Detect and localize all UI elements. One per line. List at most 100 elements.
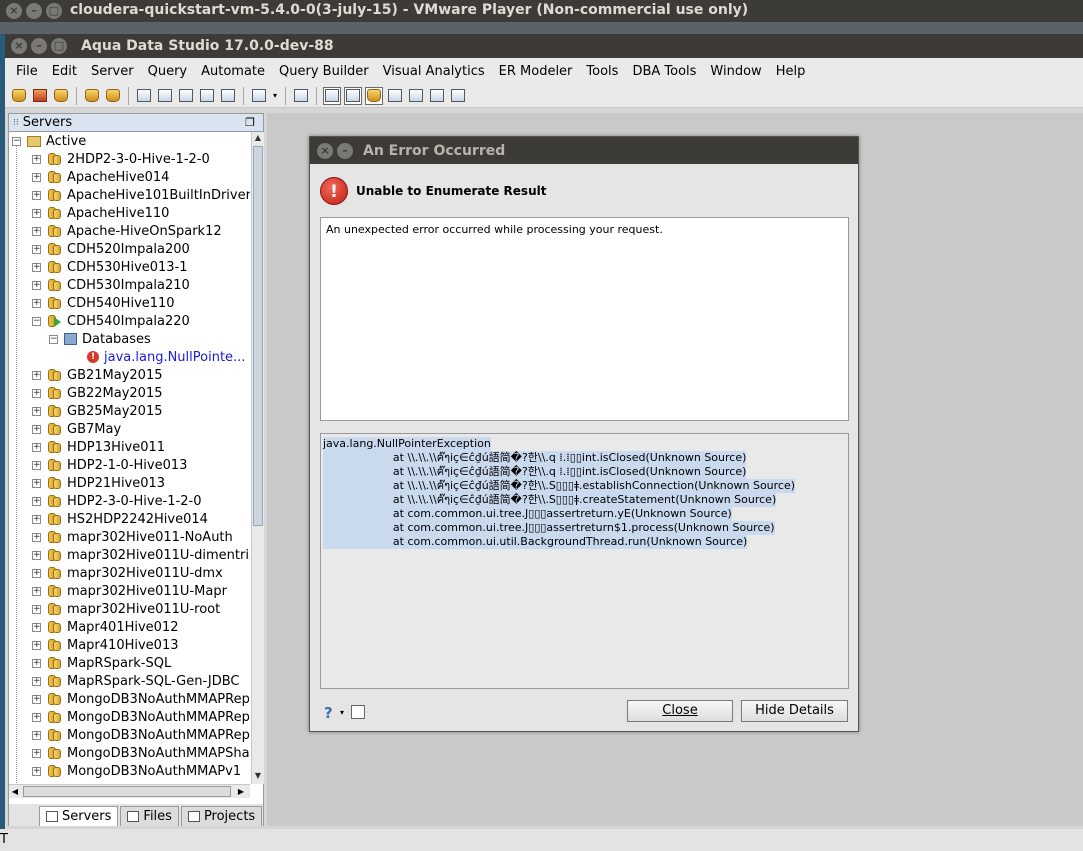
tree-root-active[interactable]: − Active: [9, 132, 250, 150]
tree-server-item[interactable]: + CDH520Impala200: [9, 240, 250, 258]
expand-icon[interactable]: +: [32, 442, 41, 452]
menu-query[interactable]: Query: [141, 64, 195, 79]
unregister-server-button[interactable]: [31, 87, 49, 105]
collapse-icon[interactable]: −: [49, 334, 58, 344]
layout-split-button[interactable]: [407, 87, 425, 105]
expand-icon[interactable]: +: [32, 550, 41, 560]
ads-close-button[interactable]: ×: [11, 38, 27, 54]
tree-server-item[interactable]: + Mapr410Hive013: [9, 636, 250, 654]
tree-server-item[interactable]: + GB7May: [9, 420, 250, 438]
expand-icon[interactable]: +: [32, 424, 41, 434]
tree-server-item[interactable]: + mapr302Hive011U-dimentrix: [9, 546, 250, 564]
scroll-up-icon[interactable]: ▲: [252, 132, 264, 144]
tab-projects[interactable]: Projects: [180, 806, 263, 826]
tree-server-item[interactable]: +2HDP2-3-0-Hive-1-2-0: [9, 150, 250, 168]
expand-icon[interactable]: +: [32, 622, 41, 632]
tree-server-item[interactable]: + MapRSpark-SQL: [9, 654, 250, 672]
scroll-thumb[interactable]: [253, 146, 263, 526]
expand-icon[interactable]: +: [32, 748, 41, 758]
layout-tile-button[interactable]: [344, 86, 362, 105]
expand-icon[interactable]: +: [32, 280, 41, 290]
dialog-close-button[interactable]: ×: [317, 143, 333, 159]
menu-tools[interactable]: Tools: [579, 64, 625, 79]
compare-button[interactable]: [198, 87, 216, 105]
tree-server-item[interactable]: + HDP13Hive011: [9, 438, 250, 456]
expand-icon[interactable]: +: [32, 514, 41, 524]
layout-grid-button[interactable]: [323, 86, 341, 105]
ads-maximize-button[interactable]: □: [51, 38, 67, 54]
menu-automate[interactable]: Automate: [194, 64, 272, 79]
stack-trace-box[interactable]: java.lang.NullPointerException at \\.\\.…: [320, 433, 849, 689]
hscroll-thumb[interactable]: [23, 786, 231, 797]
expand-icon[interactable]: +: [32, 730, 41, 740]
ads-minimize-button[interactable]: –: [31, 38, 47, 54]
menu-query-builder[interactable]: Query Builder: [272, 64, 376, 79]
menu-file[interactable]: File: [9, 64, 45, 79]
menu-visual-analytics[interactable]: Visual Analytics: [376, 64, 492, 79]
hide-details-button[interactable]: Hide Details: [741, 700, 848, 722]
expand-icon[interactable]: +: [32, 172, 41, 182]
tree-error-node[interactable]: ! java.lang.NullPointe...: [9, 348, 250, 366]
tree-server-expanded[interactable]: − CDH540Impala220: [9, 312, 250, 330]
expand-icon[interactable]: +: [32, 388, 41, 398]
tree-server-item[interactable]: + GB25May2015: [9, 402, 250, 420]
tree-server-item[interactable]: + HDP2-1-0-Hive013: [9, 456, 250, 474]
menu-server[interactable]: Server: [84, 64, 141, 79]
expand-icon[interactable]: +: [32, 658, 41, 668]
host-maximize-button[interactable]: □: [46, 3, 62, 19]
copy-icon[interactable]: [351, 705, 365, 719]
collapse-icon[interactable]: −: [12, 136, 21, 146]
dialog-minimize-button[interactable]: –: [337, 143, 353, 159]
expand-icon[interactable]: +: [32, 406, 41, 416]
help-icon[interactable]: ?: [324, 704, 333, 722]
document-dropdown-icon[interactable]: ▾: [271, 87, 279, 105]
menu-edit[interactable]: Edit: [45, 64, 84, 79]
tree-server-item[interactable]: + ApacheHive110: [9, 204, 250, 222]
tree-server-item[interactable]: + mapr302Hive011U-dmx: [9, 564, 250, 582]
tree-server-item[interactable]: + CDH530Impala210: [9, 276, 250, 294]
scroll-down-icon[interactable]: ▼: [252, 770, 264, 782]
menu-dba-tools[interactable]: DBA Tools: [625, 64, 703, 79]
layout-chart-button[interactable]: [449, 87, 467, 105]
tree-server-item[interactable]: + CDH530Hive013-1: [9, 258, 250, 276]
collapse-icon[interactable]: −: [32, 316, 41, 326]
close-button[interactable]: Close: [627, 700, 733, 722]
expand-icon[interactable]: +: [32, 640, 41, 650]
expand-icon[interactable]: +: [32, 208, 41, 218]
tree-server-item[interactable]: + mapr302Hive011U-Mapr: [9, 582, 250, 600]
edit-server-button[interactable]: [104, 87, 122, 105]
tree-server-item[interactable]: + GB22May2015: [9, 384, 250, 402]
expand-icon[interactable]: +: [32, 604, 41, 614]
server-properties-button[interactable]: [83, 87, 101, 105]
scroll-left-icon[interactable]: ◀: [9, 785, 21, 798]
expand-icon[interactable]: +: [32, 154, 41, 164]
expand-icon[interactable]: +: [32, 694, 41, 704]
expand-icon[interactable]: +: [32, 478, 41, 488]
query-analyzer-button[interactable]: [156, 87, 174, 105]
expand-icon[interactable]: +: [32, 370, 41, 380]
host-close-button[interactable]: ×: [6, 3, 22, 19]
tree-server-item[interactable]: + HDP21Hive013: [9, 474, 250, 492]
host-minimize-button[interactable]: –: [26, 3, 42, 19]
history-button[interactable]: [292, 87, 310, 105]
expand-icon[interactable]: +: [32, 532, 41, 542]
register-server-button[interactable]: [10, 87, 28, 105]
scroll-right-icon[interactable]: ▶: [235, 785, 247, 798]
tree-server-item[interactable]: + Mapr401Hive012: [9, 618, 250, 636]
expand-icon[interactable]: +: [32, 226, 41, 236]
expand-icon[interactable]: +: [32, 712, 41, 722]
expand-icon[interactable]: +: [32, 244, 41, 254]
help-dropdown-icon[interactable]: ▾: [340, 708, 344, 717]
expand-icon[interactable]: +: [32, 262, 41, 272]
layout-table-button[interactable]: [386, 87, 404, 105]
tree-horizontal-scrollbar[interactable]: ◀ ▶: [9, 784, 250, 798]
expand-icon[interactable]: +: [32, 190, 41, 200]
panel-restore-icon[interactable]: ❐: [245, 116, 255, 129]
console-button[interactable]: [219, 87, 237, 105]
menu-help[interactable]: Help: [769, 64, 813, 79]
layout-cascade-button[interactable]: [365, 86, 383, 105]
tree-server-item[interactable]: + HDP2-3-0-Hive-1-2-0: [9, 492, 250, 510]
tab-files[interactable]: Files: [120, 806, 179, 826]
connect-server-button[interactable]: [52, 87, 70, 105]
tree-server-item[interactable]: + MongoDB3NoAuthMMAPRepli: [9, 708, 250, 726]
